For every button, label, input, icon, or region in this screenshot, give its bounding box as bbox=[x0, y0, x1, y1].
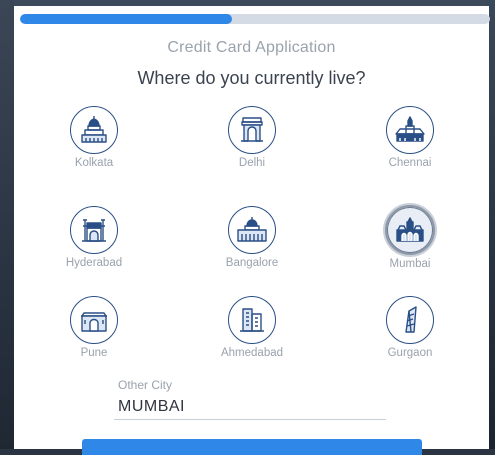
city-option-chennai[interactable]: Chennai bbox=[360, 106, 460, 169]
city-label: Kolkata bbox=[74, 157, 114, 169]
city-option-mumbai[interactable]: Mumbai bbox=[360, 205, 460, 270]
city-label: Hyderabad bbox=[65, 257, 123, 269]
city-label: Delhi bbox=[238, 157, 266, 169]
city-label: Pune bbox=[80, 347, 108, 359]
charminar-icon bbox=[70, 206, 118, 254]
city-option-pune[interactable]: Pune bbox=[44, 296, 144, 359]
kolkata-landmark-icon bbox=[70, 106, 118, 154]
window-backdrop-left bbox=[0, 0, 14, 449]
other-city-input[interactable] bbox=[114, 394, 386, 420]
city-label: Chennai bbox=[388, 157, 432, 169]
city-option-kolkata[interactable]: Kolkata bbox=[44, 106, 144, 169]
mumbai-landmark-icon bbox=[385, 205, 435, 255]
india-gate-icon bbox=[228, 106, 276, 154]
continue-button[interactable] bbox=[82, 439, 422, 455]
city-option-bangalore[interactable]: Bangalore bbox=[202, 206, 302, 269]
city-grid: Kolkata Delhi Chennai Hyderabad Bangalor… bbox=[14, 6, 489, 386]
application-card: Credit Card Application Where do you cur… bbox=[14, 6, 490, 455]
city-option-gurgaon[interactable]: Gurgaon bbox=[360, 296, 460, 359]
vidhana-soudha-icon bbox=[228, 206, 276, 254]
city-option-delhi[interactable]: Delhi bbox=[202, 106, 302, 169]
city-option-ahmedabad[interactable]: Ahmedabad bbox=[202, 296, 302, 359]
city-option-hyderabad[interactable]: Hyderabad bbox=[44, 206, 144, 269]
pune-landmark-icon bbox=[70, 296, 118, 344]
ahmedabad-building-icon bbox=[228, 296, 276, 344]
city-label: Ahmedabad bbox=[220, 347, 284, 359]
city-label: Mumbai bbox=[389, 258, 431, 270]
city-label: Gurgaon bbox=[387, 347, 433, 359]
other-city-label: Other City bbox=[118, 378, 173, 392]
city-label: Bangalore bbox=[225, 257, 279, 269]
gurgaon-tower-icon bbox=[386, 296, 434, 344]
chennai-landmark-icon bbox=[386, 106, 434, 154]
